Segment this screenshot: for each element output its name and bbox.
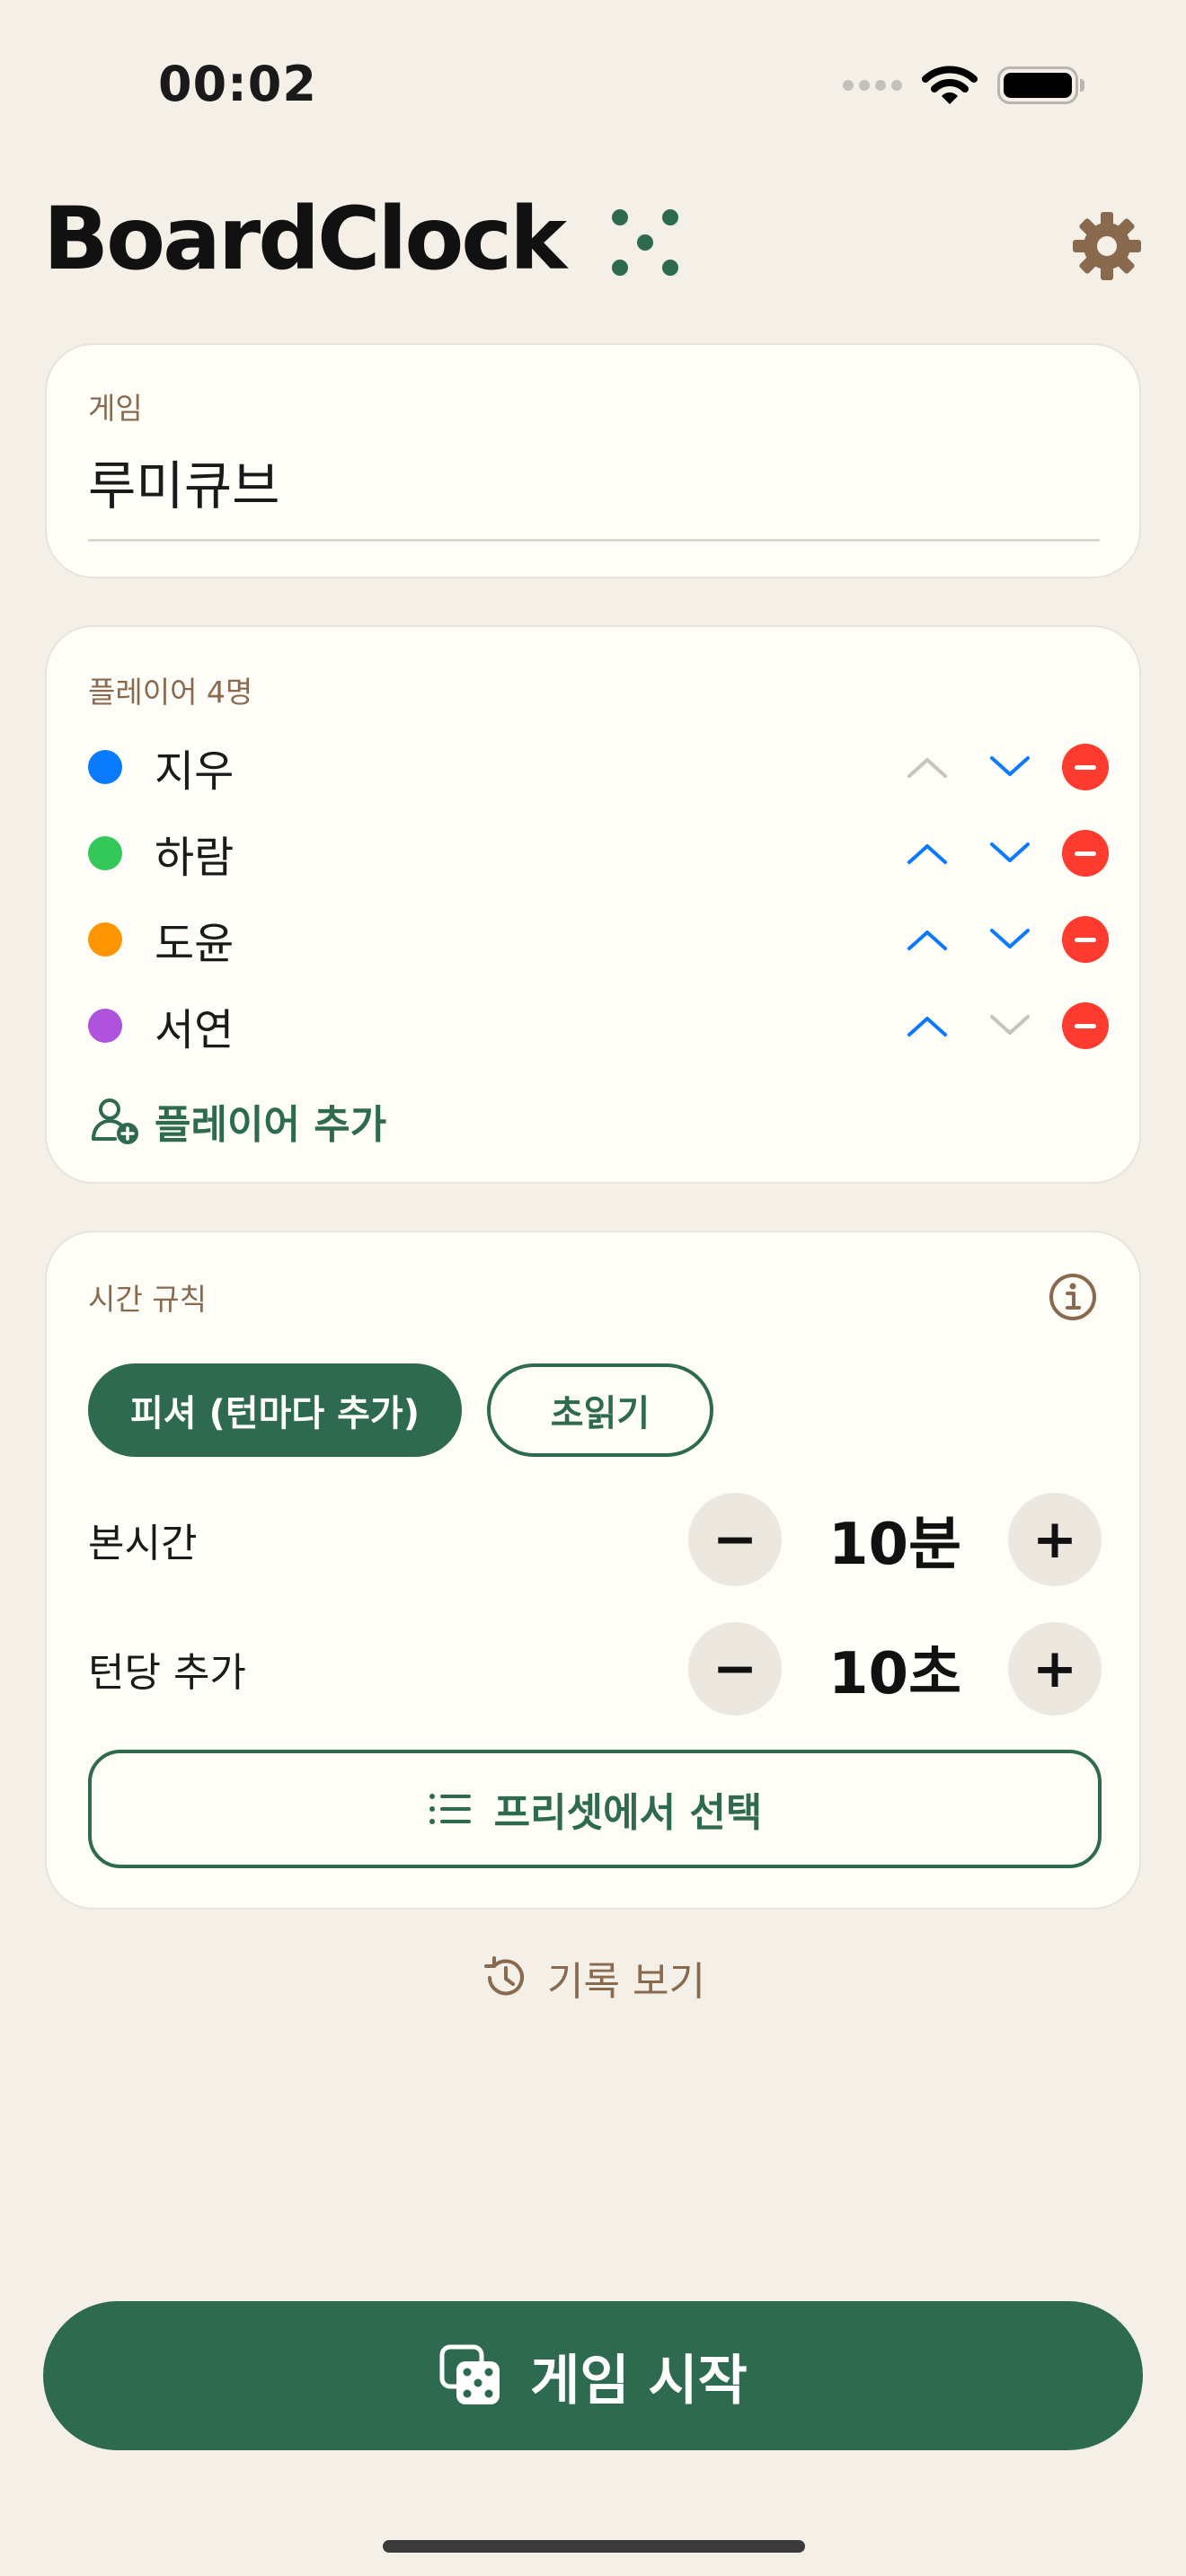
player-row: 지우 bbox=[88, 731, 1109, 803]
minus-icon bbox=[1075, 851, 1096, 856]
chevron-down-icon bbox=[990, 756, 1030, 776]
history-label: 기록 보기 bbox=[547, 1959, 705, 2005]
increment-stepper: − 10초 + bbox=[688, 1622, 1102, 1716]
history-button[interactable]: 기록 보기 bbox=[0, 1949, 1186, 2007]
chevron-up-icon bbox=[907, 931, 947, 950]
increment-label: 턴당 추가 bbox=[88, 1650, 246, 1696]
main-time-label: 본시간 bbox=[88, 1521, 198, 1566]
plus-icon: + bbox=[1031, 1637, 1078, 1700]
status-icons bbox=[843, 65, 1084, 106]
gear-icon[interactable] bbox=[1071, 210, 1143, 282]
home-indicator[interactable] bbox=[383, 2540, 805, 2553]
move-down-button[interactable] bbox=[969, 904, 1051, 975]
main-time-row: 본시간 − 10분 + bbox=[88, 1493, 1102, 1586]
mode-fischer-button[interactable]: 피셔 (턴마다 추가) bbox=[88, 1363, 462, 1457]
move-down-button[interactable] bbox=[969, 731, 1051, 803]
increment-increase-button[interactable]: + bbox=[1008, 1622, 1102, 1716]
player-row: 도윤 bbox=[88, 904, 1109, 975]
main-time-value: 10분 bbox=[828, 1512, 961, 1578]
add-player-button[interactable]: 플레이어 추가 bbox=[90, 1092, 386, 1150]
chevron-down-icon bbox=[990, 1015, 1030, 1035]
minus-icon: − bbox=[712, 1508, 758, 1571]
player-color-dot bbox=[88, 1009, 122, 1043]
status-time: 00:02 bbox=[158, 56, 317, 112]
remove-player-button[interactable] bbox=[1062, 830, 1109, 877]
minus-icon bbox=[1075, 764, 1096, 770]
main-time-decrease-button[interactable]: − bbox=[688, 1493, 782, 1586]
increment-decrease-button[interactable]: − bbox=[688, 1622, 782, 1716]
player-name[interactable]: 서연 bbox=[155, 994, 234, 1057]
chevron-down-icon bbox=[990, 842, 1030, 862]
preset-select-label: 프리셋에서 선택 bbox=[493, 1790, 763, 1836]
add-person-icon bbox=[92, 1098, 138, 1144]
move-up-button[interactable] bbox=[886, 990, 969, 1062]
player-color-dot bbox=[88, 922, 122, 957]
main-time-increase-button[interactable]: + bbox=[1008, 1493, 1102, 1586]
player-row: 서연 bbox=[88, 990, 1109, 1062]
chevron-up-icon bbox=[907, 758, 947, 778]
time-rules-label: 시간 규칙 bbox=[88, 1282, 207, 1317]
remove-player-button[interactable] bbox=[1062, 1002, 1109, 1049]
chevron-up-icon bbox=[907, 844, 947, 864]
minus-icon bbox=[1075, 1023, 1096, 1028]
preset-select-button[interactable]: 프리셋에서 선택 bbox=[88, 1750, 1102, 1868]
players-card: 플레이어 4명 지우 하람 도윤 서연 플레이어 추가 bbox=[45, 625, 1141, 1184]
minus-icon: − bbox=[712, 1637, 758, 1700]
history-icon bbox=[484, 1956, 525, 1996]
game-card: 게임 루미큐브 bbox=[45, 343, 1141, 578]
add-player-label: 플레이어 추가 bbox=[155, 1102, 387, 1148]
player-name[interactable]: 도윤 bbox=[155, 908, 234, 971]
minus-icon bbox=[1075, 937, 1096, 942]
chevron-up-icon bbox=[907, 1017, 947, 1037]
start-game-label: 게임 시작 bbox=[530, 2349, 748, 2413]
game-name-field[interactable]: 루미큐브 bbox=[88, 444, 1100, 542]
move-up-button[interactable] bbox=[886, 904, 969, 975]
player-row: 하람 bbox=[88, 817, 1109, 889]
player-name[interactable]: 지우 bbox=[155, 736, 234, 798]
plus-icon: + bbox=[1031, 1508, 1078, 1571]
main-time-stepper: − 10분 + bbox=[688, 1493, 1102, 1586]
battery-icon bbox=[997, 66, 1084, 104]
cellular-signal-icon bbox=[843, 80, 902, 91]
game-label: 게임 bbox=[88, 391, 143, 426]
player-name[interactable]: 하람 bbox=[155, 822, 234, 885]
players-count-label: 플레이어 4명 bbox=[88, 675, 253, 710]
move-up-button[interactable] bbox=[886, 731, 969, 803]
move-up-button[interactable] bbox=[886, 817, 969, 889]
remove-player-button[interactable] bbox=[1062, 916, 1109, 963]
dice-icon bbox=[439, 2344, 500, 2404]
mode-byoyomi-button[interactable]: 초읽기 bbox=[487, 1363, 713, 1457]
move-down-button[interactable] bbox=[969, 990, 1051, 1062]
wifi-icon bbox=[922, 66, 978, 104]
start-game-button[interactable]: 게임 시작 bbox=[43, 2301, 1143, 2450]
player-color-dot bbox=[88, 750, 122, 784]
time-rules-card: 시간 규칙 피셔 (턴마다 추가) 초읽기 본시간 − 10분 + 턴당 추가 … bbox=[45, 1231, 1141, 1910]
chevron-down-icon bbox=[990, 929, 1030, 948]
dice-five-dots-icon bbox=[612, 209, 678, 276]
increment-value: 10초 bbox=[828, 1641, 961, 1707]
info-icon[interactable] bbox=[1048, 1272, 1098, 1322]
player-color-dot bbox=[88, 836, 122, 870]
move-down-button[interactable] bbox=[969, 817, 1051, 889]
remove-player-button[interactable] bbox=[1062, 744, 1109, 790]
app-title: BoardClock bbox=[43, 189, 567, 289]
list-icon bbox=[429, 1794, 471, 1824]
increment-row: 턴당 추가 − 10초 + bbox=[88, 1622, 1102, 1716]
